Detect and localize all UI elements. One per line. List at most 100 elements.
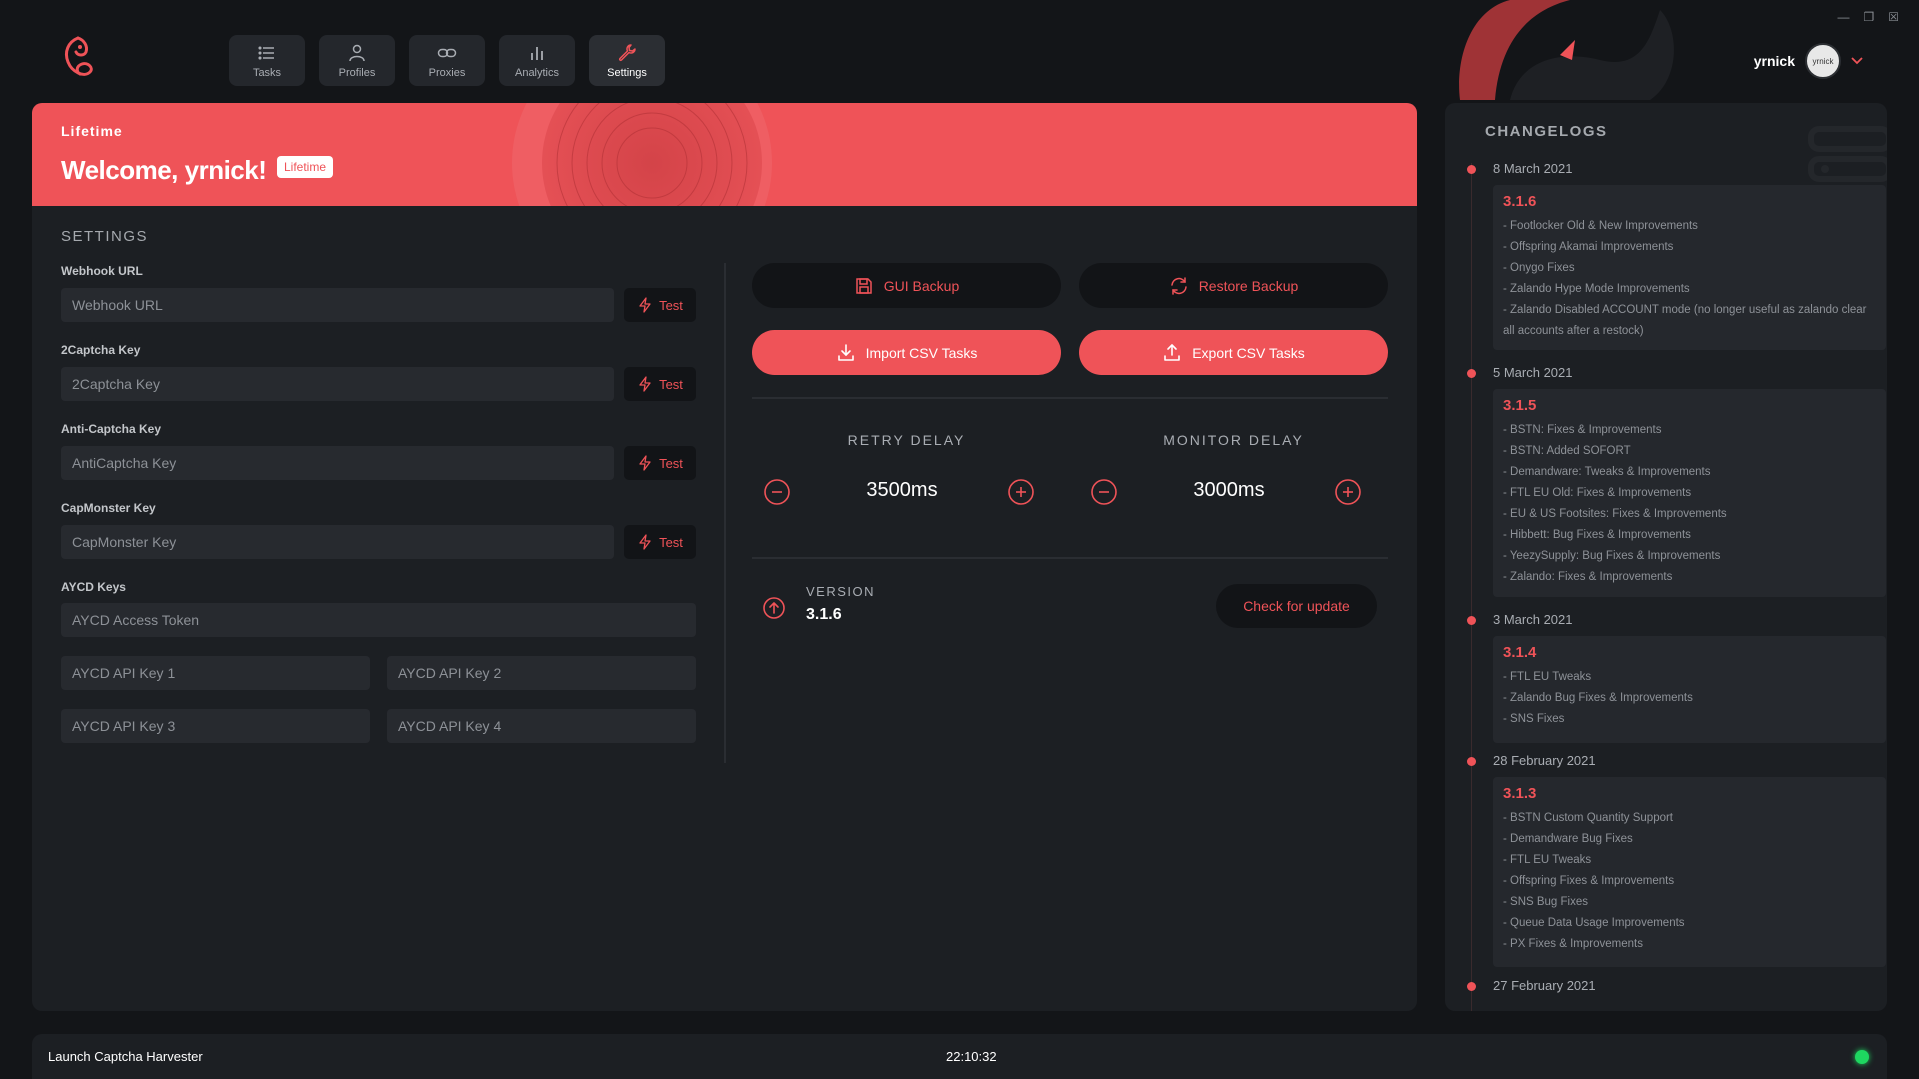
monitor-increase-icon[interactable] xyxy=(1334,478,1362,506)
aycd-token-input[interactable]: AYCD Access Token xyxy=(61,603,696,637)
twocaptcha-input[interactable]: 2Captcha Key xyxy=(61,367,614,401)
import-csv-button[interactable]: Import CSV Tasks xyxy=(752,330,1061,375)
changelog-watermark-icon xyxy=(1808,126,1887,182)
status-bar: Launch Captcha Harvester 22:10:32 xyxy=(32,1034,1887,1079)
aycd-key4-input[interactable]: AYCD API Key 4 xyxy=(387,709,696,743)
check-update-button[interactable]: Check for update xyxy=(1216,584,1377,628)
twocaptcha-test-button[interactable]: Test xyxy=(624,367,696,401)
connection-status-indicator xyxy=(1855,1050,1869,1064)
anticaptcha-test-button[interactable]: Test xyxy=(624,446,696,480)
changelog-item: - Offspring Akamai Improvements xyxy=(1503,241,1674,253)
changelog-date: 28 February 2021 xyxy=(1493,753,1596,768)
list-icon xyxy=(258,45,274,60)
changelog-date: 5 March 2021 xyxy=(1493,365,1573,380)
changelog-item: - Onygo Fixes xyxy=(1503,262,1575,274)
anticaptcha-label: Anti-Captcha Key xyxy=(61,422,162,436)
delays-divider xyxy=(752,557,1388,559)
twocaptcha-label: 2Captcha Key xyxy=(61,343,141,357)
timeline-dot xyxy=(1467,369,1476,378)
changelog-item: - BSTN: Fixes & Improvements xyxy=(1503,424,1662,436)
launch-harvester-button[interactable]: Launch Captcha Harvester xyxy=(48,1049,203,1064)
app-logo-icon[interactable] xyxy=(58,34,100,82)
changelog-version: 3.1.4 xyxy=(1503,644,1537,661)
maximize-icon[interactable]: ❐ xyxy=(1863,10,1874,24)
changelog-item: - SNS Bug Fixes xyxy=(1503,896,1588,908)
changelog-item: - Demandware: Tweaks & Improvements xyxy=(1503,466,1711,478)
retry-decrease-icon[interactable] xyxy=(763,478,791,506)
test-label: Test xyxy=(659,376,683,392)
version-value: 3.1.6 xyxy=(806,606,842,623)
changelog-card: 3.1.3 - BSTN Custom Quantity Support - D… xyxy=(1493,777,1886,967)
changelog-version: 3.1.3 xyxy=(1503,785,1537,802)
aycd-key1-input[interactable]: AYCD API Key 1 xyxy=(61,656,370,690)
aycd-key3-input[interactable]: AYCD API Key 3 xyxy=(61,709,370,743)
bar-chart-icon xyxy=(531,46,543,60)
user-menu[interactable]: yrnick yrnick xyxy=(1754,43,1863,79)
mascot-graphic-icon xyxy=(1459,0,1674,100)
nav-tasks-label: Tasks xyxy=(252,66,282,79)
changelog-item: - FTL EU Tweaks xyxy=(1503,854,1592,866)
retry-delay-title: RETRY DELAY xyxy=(847,432,966,448)
export-csv-label: Export CSV Tasks xyxy=(1192,344,1305,361)
webhook-input[interactable]: Webhook URL xyxy=(61,288,614,322)
changelog-date: 27 February 2021 xyxy=(1493,978,1596,993)
retry-increase-icon[interactable] xyxy=(1007,478,1035,506)
nav-analytics[interactable]: Analytics xyxy=(499,35,575,86)
retry-delay-value: 3500ms xyxy=(866,479,938,501)
changelog-version: 3.1.5 xyxy=(1503,397,1537,414)
capmonster-input[interactable]: CapMonster Key xyxy=(61,525,614,559)
changelog-panel: CHANGELOGS 8 March 2021 3.1.6 - Footlock… xyxy=(1445,103,1887,1011)
wrench-icon xyxy=(618,43,636,61)
download-icon xyxy=(837,343,854,361)
gui-backup-button[interactable]: GUI Backup xyxy=(752,263,1061,308)
monitor-delay-title: MONITOR DELAY xyxy=(1163,432,1304,448)
aycd-key2-input[interactable]: AYCD API Key 2 xyxy=(387,656,696,690)
export-csv-button[interactable]: Export CSV Tasks xyxy=(1079,330,1388,375)
changelog-item: - Zalando Hype Mode Improvements xyxy=(1503,283,1690,295)
clock: 22:10:32 xyxy=(946,1049,997,1064)
nav-settings[interactable]: Settings xyxy=(589,35,665,86)
webhook-label: Webhook URL xyxy=(61,264,143,278)
close-icon[interactable]: ☒ xyxy=(1888,10,1899,24)
changelog-item: - Offspring Fixes & Improvements xyxy=(1503,875,1675,887)
nav-proxies-label: Proxies xyxy=(428,66,466,79)
capmonster-test-button[interactable]: Test xyxy=(624,525,696,559)
column-divider xyxy=(724,263,726,763)
timeline-dot xyxy=(1467,616,1476,625)
upload-icon xyxy=(1164,343,1181,361)
changelog-item: - Hibbett: Bug Fixes & Improvements xyxy=(1503,529,1691,541)
nav-tasks[interactable]: Tasks xyxy=(229,35,305,86)
test-label: Test xyxy=(659,297,683,313)
changelog-item: - BSTN: Added SOFORT xyxy=(1503,445,1631,457)
changelog-item: - Demandware Bug Fixes xyxy=(1503,833,1633,845)
capmonster-label: CapMonster Key xyxy=(61,501,156,515)
nav-settings-label: Settings xyxy=(607,66,647,79)
username: yrnick xyxy=(1753,53,1795,69)
changelog-item: - Zalando Disabled ACCOUNT mode (no long… xyxy=(1503,304,1867,337)
nav-profiles-label: Profiles xyxy=(338,66,376,79)
aycd-label: AYCD Keys xyxy=(61,580,126,594)
changelog-version: 3.1.6 xyxy=(1503,193,1537,210)
actions-divider xyxy=(752,397,1388,399)
changelog-item: - BSTN Custom Quantity Support xyxy=(1503,812,1674,824)
import-csv-label: Import CSV Tasks xyxy=(865,344,978,361)
nav-analytics-label: Analytics xyxy=(514,66,560,79)
changelog-card: 3.1.6 - Footlocker Old & New Improvement… xyxy=(1493,185,1886,350)
nav-profiles[interactable]: Profiles xyxy=(319,35,395,86)
welcome-banner: Lifetime Welcome, yrnick! Lifetime xyxy=(32,103,1417,206)
monitor-decrease-icon[interactable] xyxy=(1090,478,1118,506)
restore-backup-button[interactable]: Restore Backup xyxy=(1079,263,1388,308)
version-upgrade-icon xyxy=(763,597,785,619)
settings-title: SETTINGS xyxy=(61,228,149,245)
webhook-test-button[interactable]: Test xyxy=(624,288,696,322)
chevron-down-icon[interactable] xyxy=(1851,57,1863,65)
minimize-icon[interactable]: — xyxy=(1837,10,1849,24)
banner-tag: Lifetime xyxy=(61,123,123,139)
anticaptcha-input[interactable]: AntiCaptcha Key xyxy=(61,446,614,480)
changelog-card: 3.1.4 - FTL EU Tweaks - Zalando Bug Fixe… xyxy=(1493,636,1886,743)
monitor-delay-value: 3000ms xyxy=(1193,479,1265,501)
nav-proxies[interactable]: Proxies xyxy=(409,35,485,86)
avatar[interactable]: yrnick xyxy=(1805,43,1841,79)
changelog-item: - PX Fixes & Improvements xyxy=(1503,938,1643,950)
timeline-dot xyxy=(1467,165,1476,174)
